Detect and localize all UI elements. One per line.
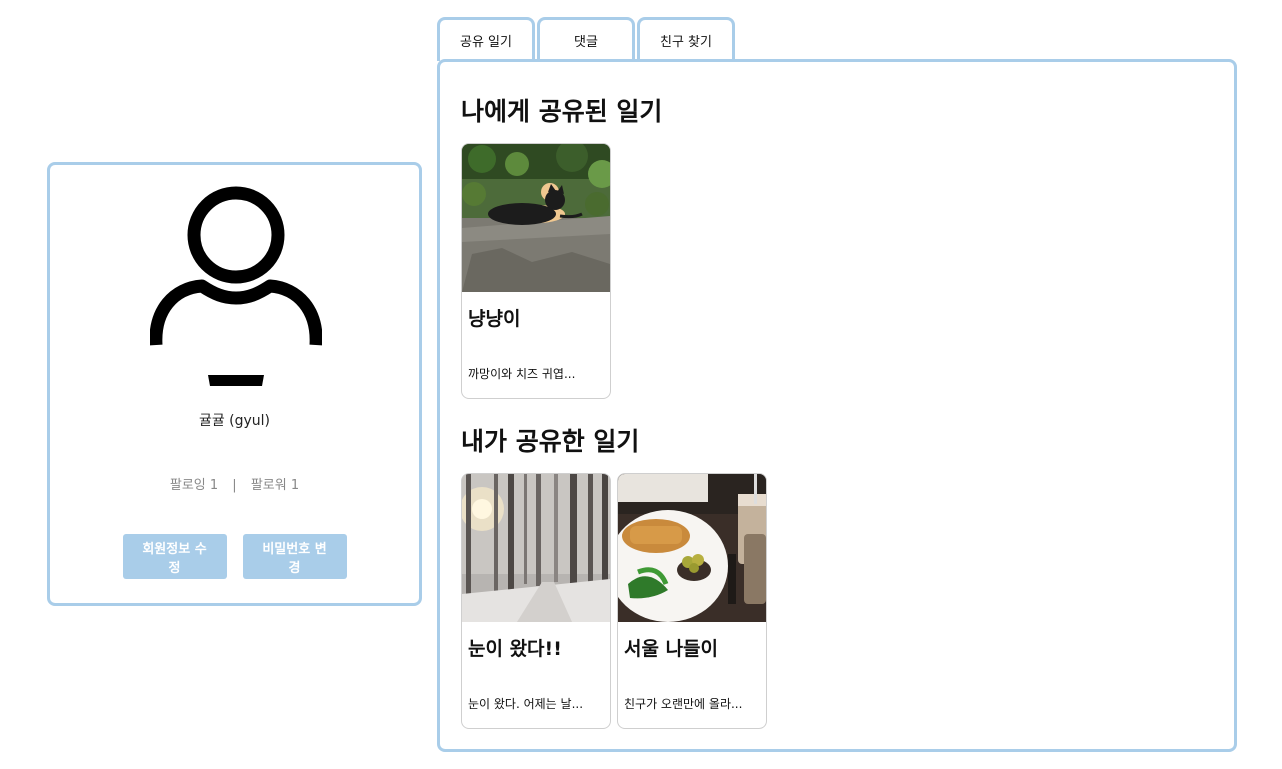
following-count[interactable]: 팔로잉 1 xyxy=(170,478,218,493)
profile-card: 귤귤 (gyul) 팔로잉 1 | 팔로워 1 회원정보 수정 비밀번호 변경 xyxy=(47,162,422,606)
diary-card[interactable]: 냥냥이 까망이와 치즈 귀엽... xyxy=(461,143,611,399)
tab-shared-diary[interactable]: 공유 일기 xyxy=(437,17,535,61)
card-excerpt: 까망이와 치즈 귀엽... xyxy=(468,367,576,381)
card-excerpt: 눈이 왔다. 어제는 날... xyxy=(468,697,584,711)
tab-bar: 공유 일기 댓글 친구 찾기 xyxy=(437,17,735,61)
diary-card[interactable]: 서울 나들이 친구가 오랜만에 올라... xyxy=(617,473,767,729)
card-title: 눈이 왔다!! xyxy=(468,638,562,660)
card-title: 냥냥이 xyxy=(468,308,521,330)
section-title-shared-to-me: 나에게 공유된 일기 xyxy=(461,97,663,126)
diary-card[interactable]: 눈이 왔다!! 눈이 왔다. 어제는 날... xyxy=(461,473,611,729)
edit-profile-button[interactable]: 회원정보 수정 xyxy=(122,534,227,579)
mypage: 귤귤 (gyul) 팔로잉 1 | 팔로워 1 회원정보 수정 비밀번호 변경 … xyxy=(0,0,1282,769)
shared-diary-panel: 나에게 공유된 일기 냥냥이 까망이와 치즈 귀엽... 내가 공유한 일기 눈… xyxy=(437,59,1237,752)
section-title-shared-by-me: 내가 공유한 일기 xyxy=(461,427,640,456)
follow-stats: 팔로잉 1 | 팔로워 1 xyxy=(50,474,419,493)
tab-find-friends[interactable]: 친구 찾기 xyxy=(637,17,735,61)
card-excerpt: 친구가 오랜만에 올라... xyxy=(624,697,743,711)
change-password-button[interactable]: 비밀번호 변경 xyxy=(242,534,347,579)
shared-to-me-list: 냥냥이 까망이와 치즈 귀엽... xyxy=(461,143,611,399)
card-title: 서울 나들이 xyxy=(624,638,719,660)
snowy-forest-photo xyxy=(462,474,610,622)
shared-by-me-list: 눈이 왔다!! 눈이 왔다. 어제는 날... 서울 나들이 친구가 오랜만에 … xyxy=(461,473,767,729)
follower-count[interactable]: 팔로워 1 xyxy=(251,478,299,493)
profile-actions: 회원정보 수정 비밀번호 변경 xyxy=(50,534,419,579)
user-avatar-icon xyxy=(150,186,322,386)
profile-name: 귤귤 (gyul) xyxy=(198,413,271,429)
tab-comments[interactable]: 댓글 xyxy=(537,17,635,61)
cafe-meal-photo xyxy=(618,474,766,622)
cats-on-rock-photo xyxy=(462,144,610,292)
follow-separator: | xyxy=(232,478,237,493)
